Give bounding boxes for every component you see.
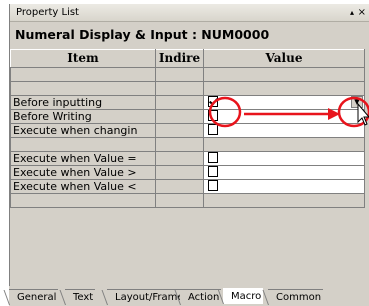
indirect-cell[interactable] bbox=[155, 151, 204, 166]
property-grid: Item Indire Value Before inputting ▼ Befor… bbox=[10, 49, 365, 208]
property-row[interactable] bbox=[10, 137, 365, 152]
tab-layout-frame[interactable]: Layout/Frame bbox=[107, 289, 186, 305]
value-cell[interactable] bbox=[203, 165, 365, 180]
property-item-label bbox=[10, 137, 156, 152]
value-cell[interactable] bbox=[203, 137, 365, 152]
indirect-cell[interactable] bbox=[155, 109, 204, 124]
property-item-label: Execute when Value > bbox=[10, 165, 156, 180]
indirect-cell[interactable] bbox=[155, 81, 204, 96]
value-checkbox[interactable] bbox=[208, 110, 218, 121]
value-cell[interactable]: ▼ bbox=[203, 95, 365, 110]
tab-macro[interactable]: Macro bbox=[223, 288, 264, 304]
value-cell[interactable] bbox=[203, 193, 365, 208]
property-item-label bbox=[10, 193, 156, 208]
property-item-label: Before inputting bbox=[10, 95, 156, 110]
value-checkbox[interactable] bbox=[208, 180, 218, 191]
property-row[interactable] bbox=[10, 67, 365, 82]
property-item-label: Execute when Value < bbox=[10, 179, 156, 194]
tab-text[interactable]: Text bbox=[65, 289, 96, 305]
close-icon[interactable]: × bbox=[358, 4, 366, 22]
property-row[interactable]: Before inputting ▼ bbox=[10, 95, 365, 110]
property-row[interactable]: Before Writing bbox=[10, 109, 365, 124]
tab-bar: General Text Layout/Frame Action Macro Common bbox=[9, 286, 369, 306]
value-cell[interactable] bbox=[203, 179, 365, 194]
column-header-value[interactable]: Value bbox=[203, 49, 365, 68]
property-item-label: Execute when changin bbox=[10, 123, 156, 138]
tab-general[interactable]: General bbox=[9, 289, 59, 305]
value-cell[interactable] bbox=[203, 81, 365, 96]
panel-title: Property List bbox=[16, 7, 79, 18]
property-item-label: Execute when Value = bbox=[10, 151, 156, 166]
value-checkbox[interactable] bbox=[208, 96, 218, 107]
indirect-cell[interactable] bbox=[155, 165, 204, 180]
property-item-label bbox=[10, 81, 156, 96]
tab-action[interactable]: Action bbox=[180, 289, 222, 305]
property-item-label: Before Writing bbox=[10, 109, 156, 124]
value-checkbox[interactable] bbox=[208, 166, 218, 177]
panel-titlebar: Property List ▴ × bbox=[10, 4, 369, 22]
indirect-cell[interactable] bbox=[155, 179, 204, 194]
value-checkbox[interactable] bbox=[208, 152, 218, 163]
indirect-cell[interactable] bbox=[155, 137, 204, 152]
property-item-label bbox=[10, 67, 156, 82]
dropdown-arrow-icon[interactable]: ▼ bbox=[351, 96, 363, 108]
value-cell[interactable] bbox=[203, 123, 365, 138]
value-cell[interactable] bbox=[203, 151, 365, 166]
property-row[interactable]: Execute when Value > bbox=[10, 165, 365, 180]
value-checkbox[interactable] bbox=[208, 124, 218, 135]
tab-common[interactable]: Common bbox=[268, 289, 324, 305]
indirect-cell[interactable] bbox=[155, 67, 204, 82]
object-header: Numeral Display & Input : NUM0000 bbox=[10, 24, 369, 46]
property-row[interactable] bbox=[10, 81, 365, 96]
column-header-indirect[interactable]: Indire bbox=[155, 49, 204, 68]
indirect-cell[interactable] bbox=[155, 193, 204, 208]
property-row[interactable]: Execute when changin bbox=[10, 123, 365, 138]
pin-icon[interactable]: ▴ bbox=[350, 4, 354, 22]
indirect-cell[interactable] bbox=[155, 123, 204, 138]
value-cell[interactable] bbox=[203, 109, 365, 124]
column-header-item[interactable]: Item bbox=[10, 49, 156, 68]
property-row[interactable] bbox=[10, 193, 365, 208]
indirect-cell[interactable] bbox=[155, 95, 204, 110]
value-cell[interactable] bbox=[203, 67, 365, 82]
property-row[interactable]: Execute when Value = bbox=[10, 151, 365, 166]
property-row[interactable]: Execute when Value < bbox=[10, 179, 365, 194]
